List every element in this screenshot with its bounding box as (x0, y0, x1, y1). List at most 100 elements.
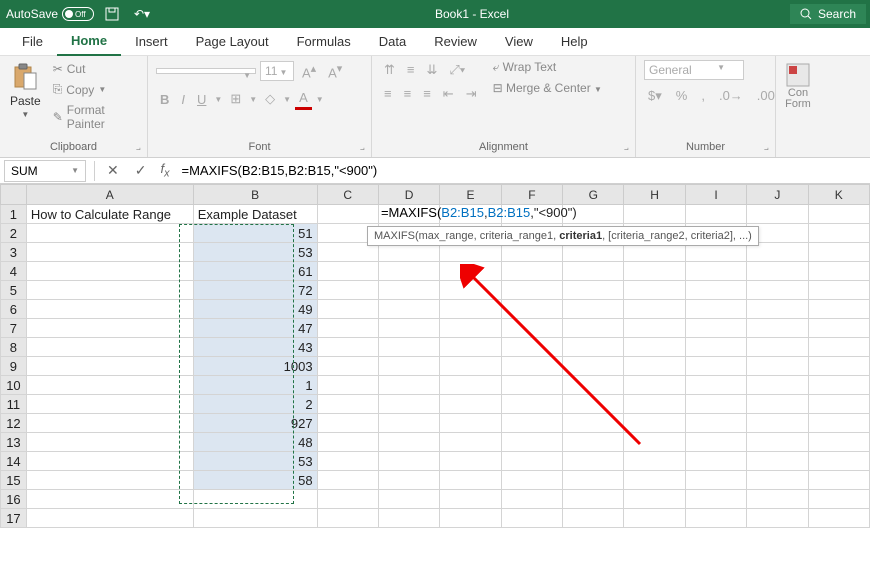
cell[interactable] (26, 319, 193, 338)
cell[interactable] (563, 509, 624, 528)
comma-icon[interactable]: , (697, 86, 709, 106)
cell[interactable] (317, 262, 378, 281)
col-header-J[interactable]: J (747, 185, 808, 205)
menu-formulas[interactable]: Formulas (283, 28, 365, 55)
cell[interactable] (26, 471, 193, 490)
cell[interactable] (685, 357, 746, 376)
fill-color-button[interactable]: ◇ (261, 89, 279, 109)
fx-icon[interactable]: fx (154, 161, 175, 180)
col-header-D[interactable]: D (378, 185, 439, 205)
cell[interactable] (26, 509, 193, 528)
cell[interactable] (808, 433, 869, 452)
cell[interactable] (440, 490, 501, 509)
enter-formula-button[interactable]: ✓ (127, 160, 155, 181)
indent-decrease-icon[interactable]: ⇤ (439, 84, 458, 104)
cell[interactable] (747, 319, 808, 338)
cell[interactable] (624, 509, 685, 528)
cell[interactable] (747, 281, 808, 300)
row-header[interactable]: 5 (1, 281, 27, 300)
formula-input[interactable] (176, 160, 870, 181)
format-painter-button[interactable]: ✎Format Painter (49, 101, 139, 133)
cell[interactable] (808, 205, 869, 224)
row-header[interactable]: 7 (1, 319, 27, 338)
menu-data[interactable]: Data (365, 28, 420, 55)
cell[interactable]: How to Calculate Range (26, 205, 193, 224)
cell[interactable] (317, 414, 378, 433)
cell[interactable] (501, 509, 562, 528)
cell[interactable] (317, 509, 378, 528)
cell[interactable] (193, 490, 317, 509)
cell[interactable] (26, 414, 193, 433)
cell[interactable] (317, 490, 378, 509)
orientation-icon[interactable]: ⤢▾ (445, 60, 469, 80)
underline-button[interactable]: U (193, 90, 210, 109)
cell[interactable] (317, 433, 378, 452)
row-header[interactable]: 1 (1, 205, 27, 224)
cell[interactable] (747, 509, 808, 528)
cell[interactable] (501, 490, 562, 509)
row-header[interactable]: 14 (1, 452, 27, 471)
cell[interactable]: 58 (193, 471, 317, 490)
cell[interactable] (808, 452, 869, 471)
menu-home[interactable]: Home (57, 27, 121, 56)
cell[interactable] (26, 243, 193, 262)
cell[interactable] (378, 338, 439, 357)
align-top-icon[interactable]: ⇈ (380, 60, 399, 80)
cell[interactable] (685, 452, 746, 471)
font-name-select[interactable]: ▼ (156, 68, 256, 74)
cell[interactable] (378, 490, 439, 509)
cell[interactable] (317, 376, 378, 395)
cell[interactable] (685, 395, 746, 414)
cell[interactable] (317, 300, 378, 319)
row-header[interactable]: 12 (1, 414, 27, 433)
cell[interactable] (378, 395, 439, 414)
align-left-icon[interactable]: ≡ (380, 84, 396, 104)
cell[interactable] (378, 433, 439, 452)
select-all-corner[interactable] (1, 185, 27, 205)
cell[interactable] (747, 338, 808, 357)
menu-view[interactable]: View (491, 28, 547, 55)
cell[interactable] (624, 205, 685, 224)
cell[interactable] (378, 376, 439, 395)
cell[interactable] (808, 338, 869, 357)
cell[interactable]: 53 (193, 452, 317, 471)
cell[interactable] (685, 376, 746, 395)
cell[interactable] (747, 205, 808, 224)
number-format-select[interactable]: General▼ (644, 60, 744, 80)
row-header[interactable]: 11 (1, 395, 27, 414)
name-box[interactable]: SUM ▼ (4, 160, 86, 182)
indent-increase-icon[interactable]: ⇥ (462, 84, 481, 104)
cell[interactable] (317, 205, 378, 224)
cell[interactable] (26, 338, 193, 357)
cell[interactable] (317, 338, 378, 357)
cell[interactable] (501, 471, 562, 490)
cell[interactable] (378, 414, 439, 433)
cell[interactable] (26, 262, 193, 281)
cell[interactable] (26, 490, 193, 509)
cell[interactable]: 1003 (193, 357, 317, 376)
col-header-I[interactable]: I (685, 185, 746, 205)
cell[interactable] (378, 357, 439, 376)
align-right-icon[interactable]: ≡ (419, 84, 435, 104)
decrease-font-icon[interactable]: A▾ (324, 60, 346, 82)
cell[interactable]: 43 (193, 338, 317, 357)
row-header[interactable]: 8 (1, 338, 27, 357)
cell[interactable] (685, 281, 746, 300)
cell[interactable] (624, 490, 685, 509)
paste-button[interactable]: Paste ▼ (8, 60, 43, 121)
decrease-decimal-icon[interactable]: .00 (753, 86, 779, 106)
cell[interactable] (317, 471, 378, 490)
cell[interactable] (808, 319, 869, 338)
cell[interactable] (440, 509, 501, 528)
undo-icon[interactable]: ↶▾ (130, 2, 154, 26)
col-header-G[interactable]: G (563, 185, 624, 205)
cell[interactable]: 61 (193, 262, 317, 281)
currency-icon[interactable]: $▾ (644, 86, 666, 106)
cell[interactable] (624, 471, 685, 490)
cell[interactable] (317, 319, 378, 338)
col-header-A[interactable]: A (26, 185, 193, 205)
font-size-select[interactable]: 11▼ (260, 61, 294, 81)
row-header[interactable]: 9 (1, 357, 27, 376)
font-color-button[interactable]: A (295, 88, 312, 110)
row-header[interactable]: 15 (1, 471, 27, 490)
